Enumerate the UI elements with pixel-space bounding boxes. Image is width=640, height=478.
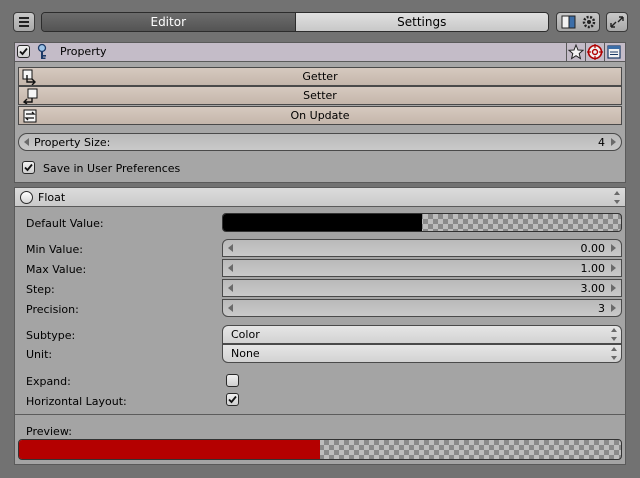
setter-icon	[22, 88, 38, 104]
increment-arrow-icon[interactable]	[611, 284, 616, 292]
fullscreen-button[interactable]	[606, 12, 628, 32]
mode-tabs: Editor Settings	[41, 12, 549, 32]
checkmark-icon	[24, 163, 33, 172]
select-arrows-icon	[611, 347, 618, 360]
gear-icon	[582, 15, 596, 29]
increment-arrow-icon[interactable]	[611, 244, 616, 252]
on-update-label: On Update	[290, 109, 350, 122]
max-value-label: Max Value:	[26, 263, 87, 276]
unit-select[interactable]: None	[222, 344, 622, 363]
target-button[interactable]	[585, 43, 603, 61]
property-enabled-checkbox[interactable]	[17, 45, 30, 58]
save-prefs-label: Save in User Preferences	[43, 162, 181, 175]
min-value-field[interactable]: 0.00	[222, 239, 622, 257]
increment-arrow-icon[interactable]	[611, 138, 616, 146]
setter-label: Setter	[303, 89, 337, 102]
star-icon	[567, 43, 585, 60]
info-button[interactable]	[604, 43, 624, 61]
increment-arrow-icon[interactable]	[611, 264, 616, 272]
checkmark-icon	[19, 47, 28, 56]
type-selector-arrows-icon[interactable]	[614, 191, 621, 204]
float-section-title: Float	[38, 191, 66, 204]
tab-editor[interactable]: Editor	[42, 13, 295, 31]
expand-checkbox[interactable]	[226, 374, 239, 387]
property-panel-header: Property	[14, 42, 626, 62]
unit-value: None	[231, 347, 260, 360]
preview-color	[18, 439, 622, 460]
default-value-color[interactable]	[222, 213, 622, 232]
preview-divider	[14, 414, 626, 415]
decrement-arrow-icon[interactable]	[24, 138, 29, 146]
target-icon	[587, 44, 603, 60]
decrement-arrow-icon[interactable]	[228, 284, 233, 292]
on-update-button[interactable]: On Update	[18, 106, 622, 125]
precision-label: Precision:	[26, 303, 79, 316]
horizontal-layout-label: Horizontal Layout:	[26, 395, 127, 408]
expand-label: Expand:	[26, 375, 71, 388]
preview-label: Preview:	[26, 425, 72, 438]
setter-button[interactable]: Setter	[18, 86, 622, 105]
subtype-label: Subtype:	[26, 329, 76, 342]
decrement-arrow-icon[interactable]	[228, 244, 233, 252]
horizontal-layout-checkbox[interactable]	[226, 393, 239, 406]
getter-label: Getter	[302, 70, 338, 83]
info-icon	[607, 45, 621, 59]
update-icon	[23, 109, 37, 123]
max-value-field[interactable]: 1.00	[222, 259, 622, 277]
subtype-value: Color	[231, 328, 260, 341]
menu-button[interactable]	[13, 12, 35, 32]
property-panel-title: Property	[60, 45, 107, 58]
step-field[interactable]: 3.00	[222, 279, 622, 297]
precision-field[interactable]: 3	[222, 299, 622, 317]
mode-toggle-button[interactable]	[556, 12, 600, 32]
preview-color-fill	[19, 440, 320, 459]
float-radio[interactable]	[20, 191, 33, 204]
float-section-header[interactable]: Float	[14, 187, 626, 207]
min-value-value: 0.00	[580, 242, 606, 255]
step-value: 3.00	[580, 282, 606, 295]
default-value-label: Default Value:	[26, 217, 104, 230]
min-value-label: Min Value:	[26, 243, 83, 256]
tab-settings[interactable]: Settings	[294, 13, 548, 31]
fullscreen-icon	[610, 16, 624, 28]
menu-icon	[19, 17, 29, 27]
property-size-field[interactable]: Property Size: 4	[18, 133, 622, 151]
subtype-select[interactable]: Color	[222, 325, 622, 344]
default-value-color-fill	[223, 214, 422, 231]
favorite-button[interactable]	[566, 43, 585, 61]
decrement-arrow-icon[interactable]	[228, 304, 233, 312]
mode-toggle-icon	[561, 15, 576, 29]
getter-button[interactable]: Getter	[18, 67, 622, 86]
save-prefs-checkbox[interactable]	[22, 161, 35, 174]
step-label: Step:	[26, 283, 55, 296]
precision-value: 3	[598, 302, 605, 315]
select-arrows-icon	[611, 328, 618, 341]
property-size-label: Property Size:	[34, 136, 111, 149]
max-value-value: 1.00	[580, 262, 606, 275]
increment-arrow-icon[interactable]	[611, 304, 616, 312]
checkmark-icon	[228, 395, 237, 404]
unit-label: Unit:	[26, 348, 53, 361]
property-size-value: 4	[598, 136, 605, 149]
decrement-arrow-icon[interactable]	[228, 264, 233, 272]
getter-icon	[22, 69, 36, 85]
key-icon	[37, 43, 47, 59]
